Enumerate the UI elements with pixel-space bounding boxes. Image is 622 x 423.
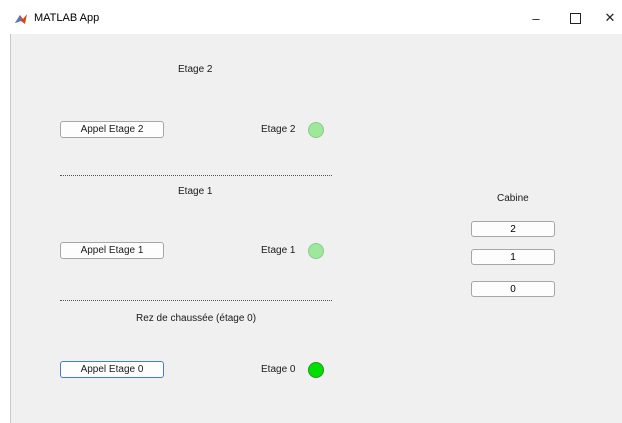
call-button-etage-2[interactable]: Appel Etage 2 <box>60 121 164 138</box>
lamp-etage-2 <box>308 122 324 138</box>
lamp-etage-0 <box>308 362 324 378</box>
call-button-etage-0[interactable]: Appel Etage 0 <box>60 361 164 378</box>
section-title-etage-0: Rez de chaussée (étage 0) <box>136 313 257 324</box>
cabine-title: Cabine <box>497 193 529 204</box>
close-icon: ✕ <box>604 10 616 25</box>
lamp-label-etage-1: Etage 1 <box>261 245 296 256</box>
cabine-button-0[interactable]: 0 <box>471 281 555 297</box>
call-button-etage-1[interactable]: Appel Etage 1 <box>60 242 164 259</box>
minimize-icon: – <box>532 10 540 26</box>
lamp-label-etage-0: Etage 0 <box>261 364 296 375</box>
app-canvas: Etage 2 Appel Etage 2 Etage 2 Etage 1 Ap… <box>10 34 622 423</box>
lamp-etage-1 <box>308 243 324 259</box>
separator-2 <box>60 300 332 301</box>
close-button[interactable]: ✕ <box>590 6 622 30</box>
maximize-icon <box>569 12 581 24</box>
cabine-button-2[interactable]: 2 <box>471 221 555 237</box>
lamp-label-etage-2: Etage 2 <box>261 124 296 135</box>
maximize-button[interactable] <box>555 6 595 30</box>
minimize-button[interactable]: – <box>516 6 556 30</box>
section-title-etage-2: Etage 2 <box>178 64 213 75</box>
separator-1 <box>60 175 332 176</box>
matlab-logo-icon <box>14 12 28 26</box>
cabine-button-1[interactable]: 1 <box>471 249 555 265</box>
section-title-etage-1: Etage 1 <box>178 186 213 197</box>
window-title-bar: MATLAB App – ✕ <box>0 0 622 34</box>
window-title: MATLAB App <box>34 12 100 24</box>
